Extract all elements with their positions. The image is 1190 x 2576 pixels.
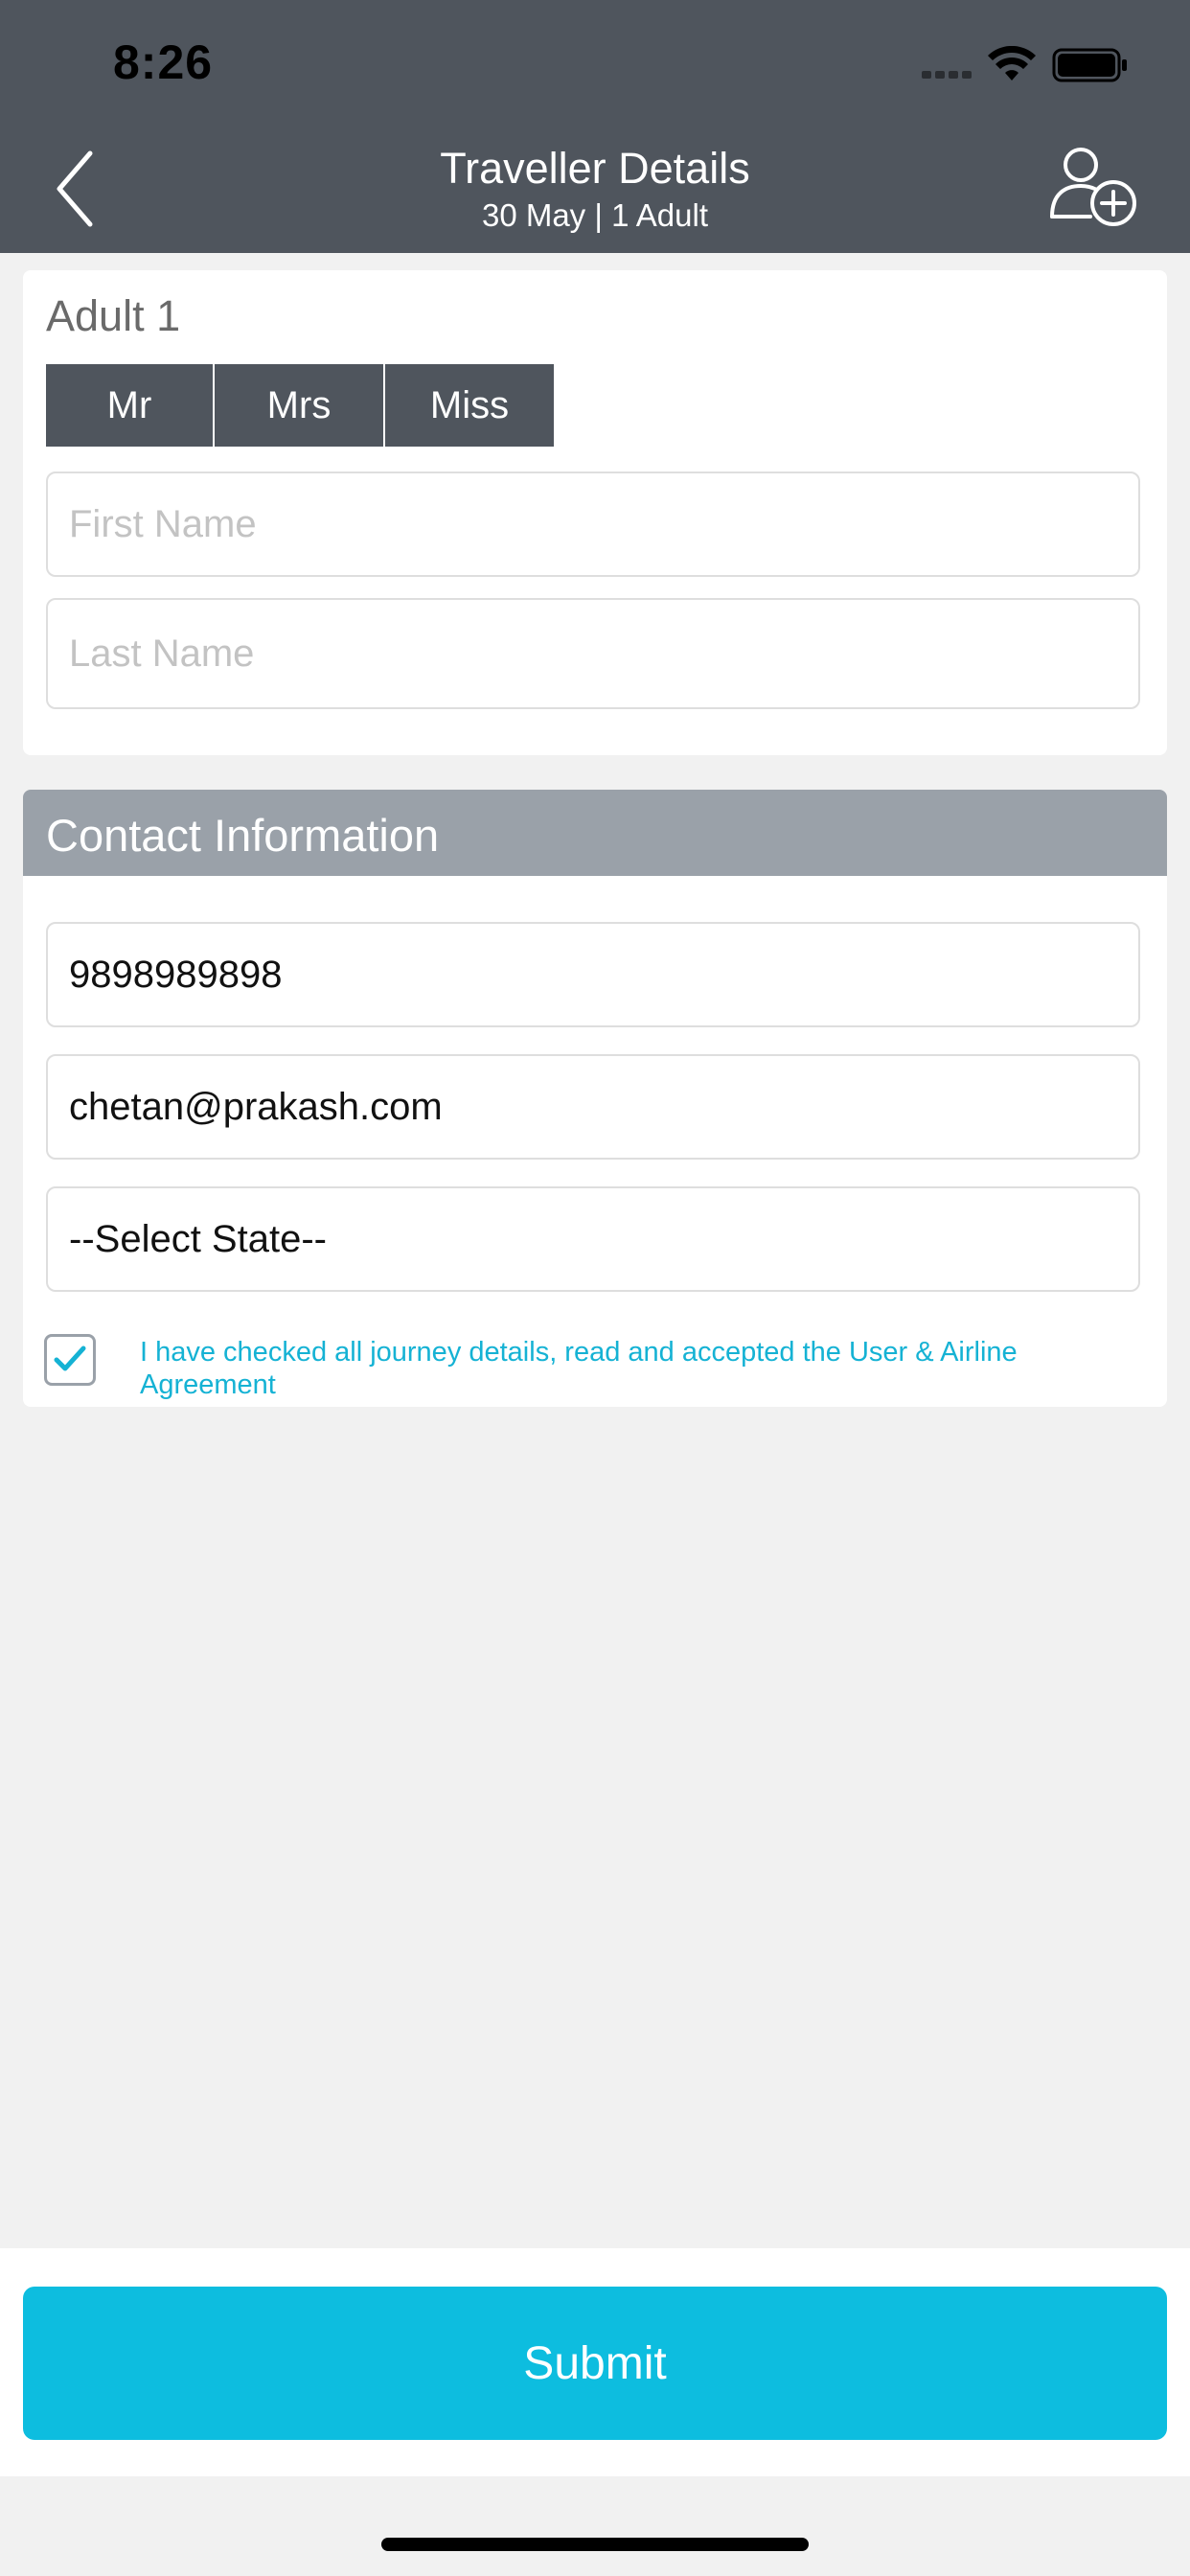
contact-section-header: Contact Information <box>23 790 1167 876</box>
first-name-input[interactable] <box>46 472 1140 577</box>
app-header: 8:26 Traveller Details 30 May | 1 Adult <box>0 0 1190 253</box>
checkmark-icon <box>54 1346 86 1371</box>
salutation-selector: Mr Mrs Miss <box>46 364 554 447</box>
last-name-input[interactable] <box>46 598 1140 709</box>
home-indicator <box>381 2538 809 2551</box>
email-input[interactable] <box>46 1054 1140 1160</box>
salutation-miss-button[interactable]: Miss <box>383 364 554 447</box>
contact-section-title: Contact Information <box>46 810 440 861</box>
agreement-text: I have checked all journey details, read… <box>140 1337 1018 1400</box>
submit-button[interactable]: Submit <box>23 2287 1167 2440</box>
wifi-icon <box>988 46 1036 80</box>
footer-bar: Submit <box>0 2248 1190 2476</box>
page-title: Traveller Details <box>440 144 750 193</box>
page-subtitle: 30 May | 1 Adult <box>481 197 709 233</box>
add-user-icon[interactable] <box>1048 144 1140 230</box>
adult-traveller-card: Adult 1 Mr Mrs Miss <box>23 270 1167 755</box>
adult-label: Adult 1 <box>46 291 181 340</box>
cellular-signal-icon <box>922 71 973 79</box>
state-select-value: --Select State-- <box>69 1217 327 1260</box>
agreement-checkbox[interactable] <box>44 1334 96 1386</box>
status-bar-time: 8:26 <box>113 35 214 89</box>
phone-input[interactable] <box>46 922 1140 1027</box>
salutation-mr-button[interactable]: Mr <box>46 364 213 447</box>
salutation-mrs-button[interactable]: Mrs <box>213 364 383 447</box>
contact-information-card: Contact Information --Select State-- I h… <box>23 790 1167 1407</box>
state-select[interactable]: --Select State-- <box>46 1186 1140 1292</box>
battery-icon <box>1052 48 1127 82</box>
